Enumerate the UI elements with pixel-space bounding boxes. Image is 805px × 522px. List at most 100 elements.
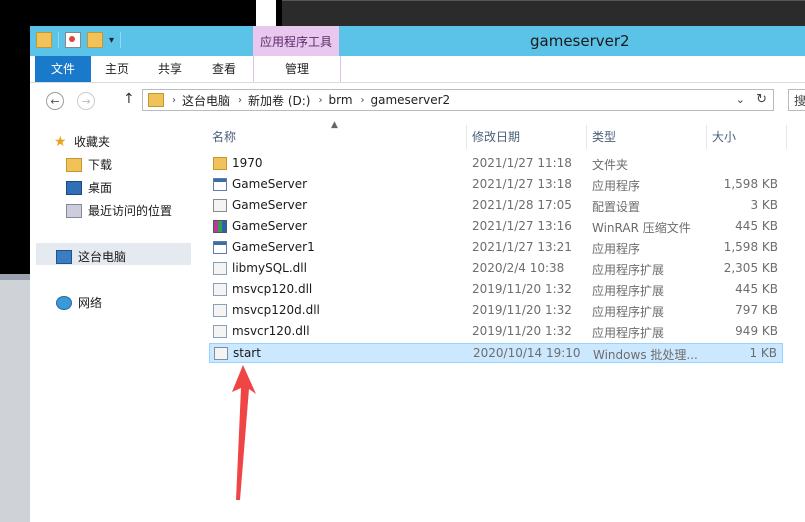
batch-file-icon (214, 347, 228, 360)
file-type: 应用程序扩展 (592, 284, 665, 298)
column-header-size[interactable]: 大小 (707, 125, 787, 149)
forward-button[interactable]: → (77, 92, 95, 110)
chevron-right-icon[interactable]: › (172, 95, 176, 106)
table-row-selected[interactable]: start 2020/10/14 19:10 Windows 批处理... 1 … (209, 343, 783, 363)
exe-icon (213, 178, 227, 191)
folder-icon (148, 93, 164, 107)
network-icon (56, 295, 72, 310)
tab-home[interactable]: 主页 (91, 56, 143, 82)
file-date: 2021/1/27 13:18 (472, 177, 572, 191)
nav-downloads[interactable]: 下载 (66, 156, 112, 173)
breadcrumb-drive-d[interactable]: 新加卷 (D:) (248, 92, 310, 109)
file-name: start (233, 346, 261, 360)
arrow-right-icon: → (81, 94, 91, 108)
downloads-icon (66, 157, 82, 172)
tab-file[interactable]: 文件 (35, 56, 91, 82)
breadcrumb-this-pc[interactable]: 这台电脑 (182, 92, 230, 109)
recent-places-icon (66, 203, 82, 218)
file-list: ▲ 名称 修改日期 类型 大小 1970 2021/1/27 11:18 文件夹… (193, 119, 805, 522)
ribbon: 文件 主页 共享 查看 管理 (30, 56, 805, 83)
dll-icon (213, 283, 227, 296)
desktop-icon (66, 180, 82, 195)
nav-desktop[interactable]: 桌面 (66, 179, 112, 196)
background-left (0, 280, 30, 522)
column-header-type[interactable]: 类型 (587, 125, 707, 149)
file-size: 2,305 KB (723, 261, 778, 275)
chevron-down-icon[interactable]: ⌄ (736, 93, 745, 106)
refresh-icon[interactable]: ↻ (756, 92, 767, 107)
arrow-left-icon: ← (50, 94, 60, 108)
contextual-tab-group: 应用程序工具 (253, 26, 339, 56)
table-row[interactable]: GameServer1 2021/1/27 13:21 应用程序 1,598 K… (209, 238, 783, 258)
file-size: 1,598 KB (723, 177, 778, 191)
column-header-date[interactable]: 修改日期 (467, 125, 587, 149)
breadcrumb-brm[interactable]: brm (328, 93, 352, 107)
file-date: 2019/11/20 1:32 (472, 324, 572, 338)
file-size: 445 KB (735, 282, 778, 296)
file-date: 2020/10/14 19:10 (473, 346, 581, 360)
window-title: gameserver2 (530, 32, 630, 50)
new-folder-icon[interactable] (87, 32, 103, 48)
tab-view[interactable]: 查看 (197, 56, 251, 82)
file-size: 1,598 KB (723, 240, 778, 254)
nav-this-pc[interactable]: 这台电脑 (56, 248, 126, 265)
file-name: GameServer (232, 198, 308, 212)
file-date: 2021/1/27 13:21 (472, 240, 572, 254)
dll-icon (213, 262, 227, 275)
chevron-right-icon[interactable]: › (238, 95, 242, 106)
nav-label: 网络 (78, 296, 103, 310)
exe-icon (213, 241, 227, 254)
file-name: msvcp120.dll (232, 282, 313, 296)
explorer-window: ▾ 应用程序工具 gameserver2 文件 主页 共享 查看 管理 ← → … (30, 26, 805, 522)
back-button[interactable]: ← (46, 92, 64, 110)
breadcrumb-gameserver2[interactable]: gameserver2 (371, 93, 451, 107)
table-row[interactable]: 1970 2021/1/27 11:18 文件夹 (209, 154, 783, 174)
customize-toolbar-dropdown[interactable]: ▾ (109, 35, 114, 46)
up-button[interactable]: ↑ (123, 91, 135, 107)
nav-network[interactable]: 网络 (56, 294, 102, 311)
file-date: 2019/11/20 1:32 (472, 303, 572, 317)
nav-label: 这台电脑 (78, 250, 127, 264)
nav-label: 桌面 (88, 181, 113, 195)
file-name: libmySQL.dll (232, 261, 307, 275)
table-row[interactable]: msvcp120.dll 2019/11/20 1:32 应用程序扩展 445 … (209, 280, 783, 300)
file-type: 应用程序 (592, 179, 641, 193)
winrar-icon (213, 220, 227, 233)
nav-recent[interactable]: 最近访问的位置 (66, 202, 172, 219)
table-row[interactable]: libmySQL.dll 2020/2/4 10:38 应用程序扩展 2,305… (209, 259, 783, 279)
file-type: 应用程序扩展 (592, 326, 665, 340)
background-window-edge (256, 0, 276, 26)
file-name: GameServer (232, 177, 308, 191)
file-type: 应用程序扩展 (592, 305, 665, 319)
table-row[interactable]: GameServer 2021/1/27 13:16 WinRAR 压缩文件 4… (209, 217, 783, 237)
file-type: 应用程序 (592, 242, 641, 256)
file-name: GameServer (232, 219, 308, 233)
chevron-right-icon[interactable]: › (361, 95, 365, 106)
nav-favorites[interactable]: ★ 收藏夹 (54, 133, 110, 150)
table-row[interactable]: GameServer 2021/1/28 17:05 配置设置 3 KB (209, 196, 783, 216)
nav-label: 收藏夹 (74, 135, 111, 149)
file-name: 1970 (232, 156, 263, 170)
address-row: ← → ↑ › 这台电脑 › 新加卷 (D:) › brm › gameserv… (30, 83, 805, 119)
file-size: 797 KB (735, 303, 778, 317)
file-date: 2021/1/27 13:16 (472, 219, 572, 233)
table-row[interactable]: msvcr120.dll 2019/11/20 1:32 应用程序扩展 949 … (209, 322, 783, 342)
file-type: WinRAR 压缩文件 (592, 221, 691, 235)
tab-manage[interactable]: 管理 (253, 56, 341, 82)
file-type: Windows 批处理... (593, 348, 698, 362)
file-size: 445 KB (735, 219, 778, 233)
properties-icon[interactable] (65, 32, 81, 48)
chevron-right-icon[interactable]: › (318, 95, 322, 106)
tab-share[interactable]: 共享 (143, 56, 197, 82)
column-header-name[interactable]: 名称 (207, 125, 467, 149)
address-bar[interactable]: › 这台电脑 › 新加卷 (D:) › brm › gameserver2 ⌄ … (142, 89, 774, 111)
file-date: 2020/2/4 10:38 (472, 261, 565, 275)
config-icon (213, 199, 227, 212)
folder-icon (36, 32, 52, 48)
search-input[interactable]: 搜 (788, 89, 805, 111)
file-type: 文件夹 (592, 158, 629, 172)
file-date: 2021/1/28 17:05 (472, 198, 572, 212)
table-row[interactable]: GameServer 2021/1/27 13:18 应用程序 1,598 KB (209, 175, 783, 195)
file-type: 应用程序扩展 (592, 263, 665, 277)
table-row[interactable]: msvcp120d.dll 2019/11/20 1:32 应用程序扩展 797… (209, 301, 783, 321)
